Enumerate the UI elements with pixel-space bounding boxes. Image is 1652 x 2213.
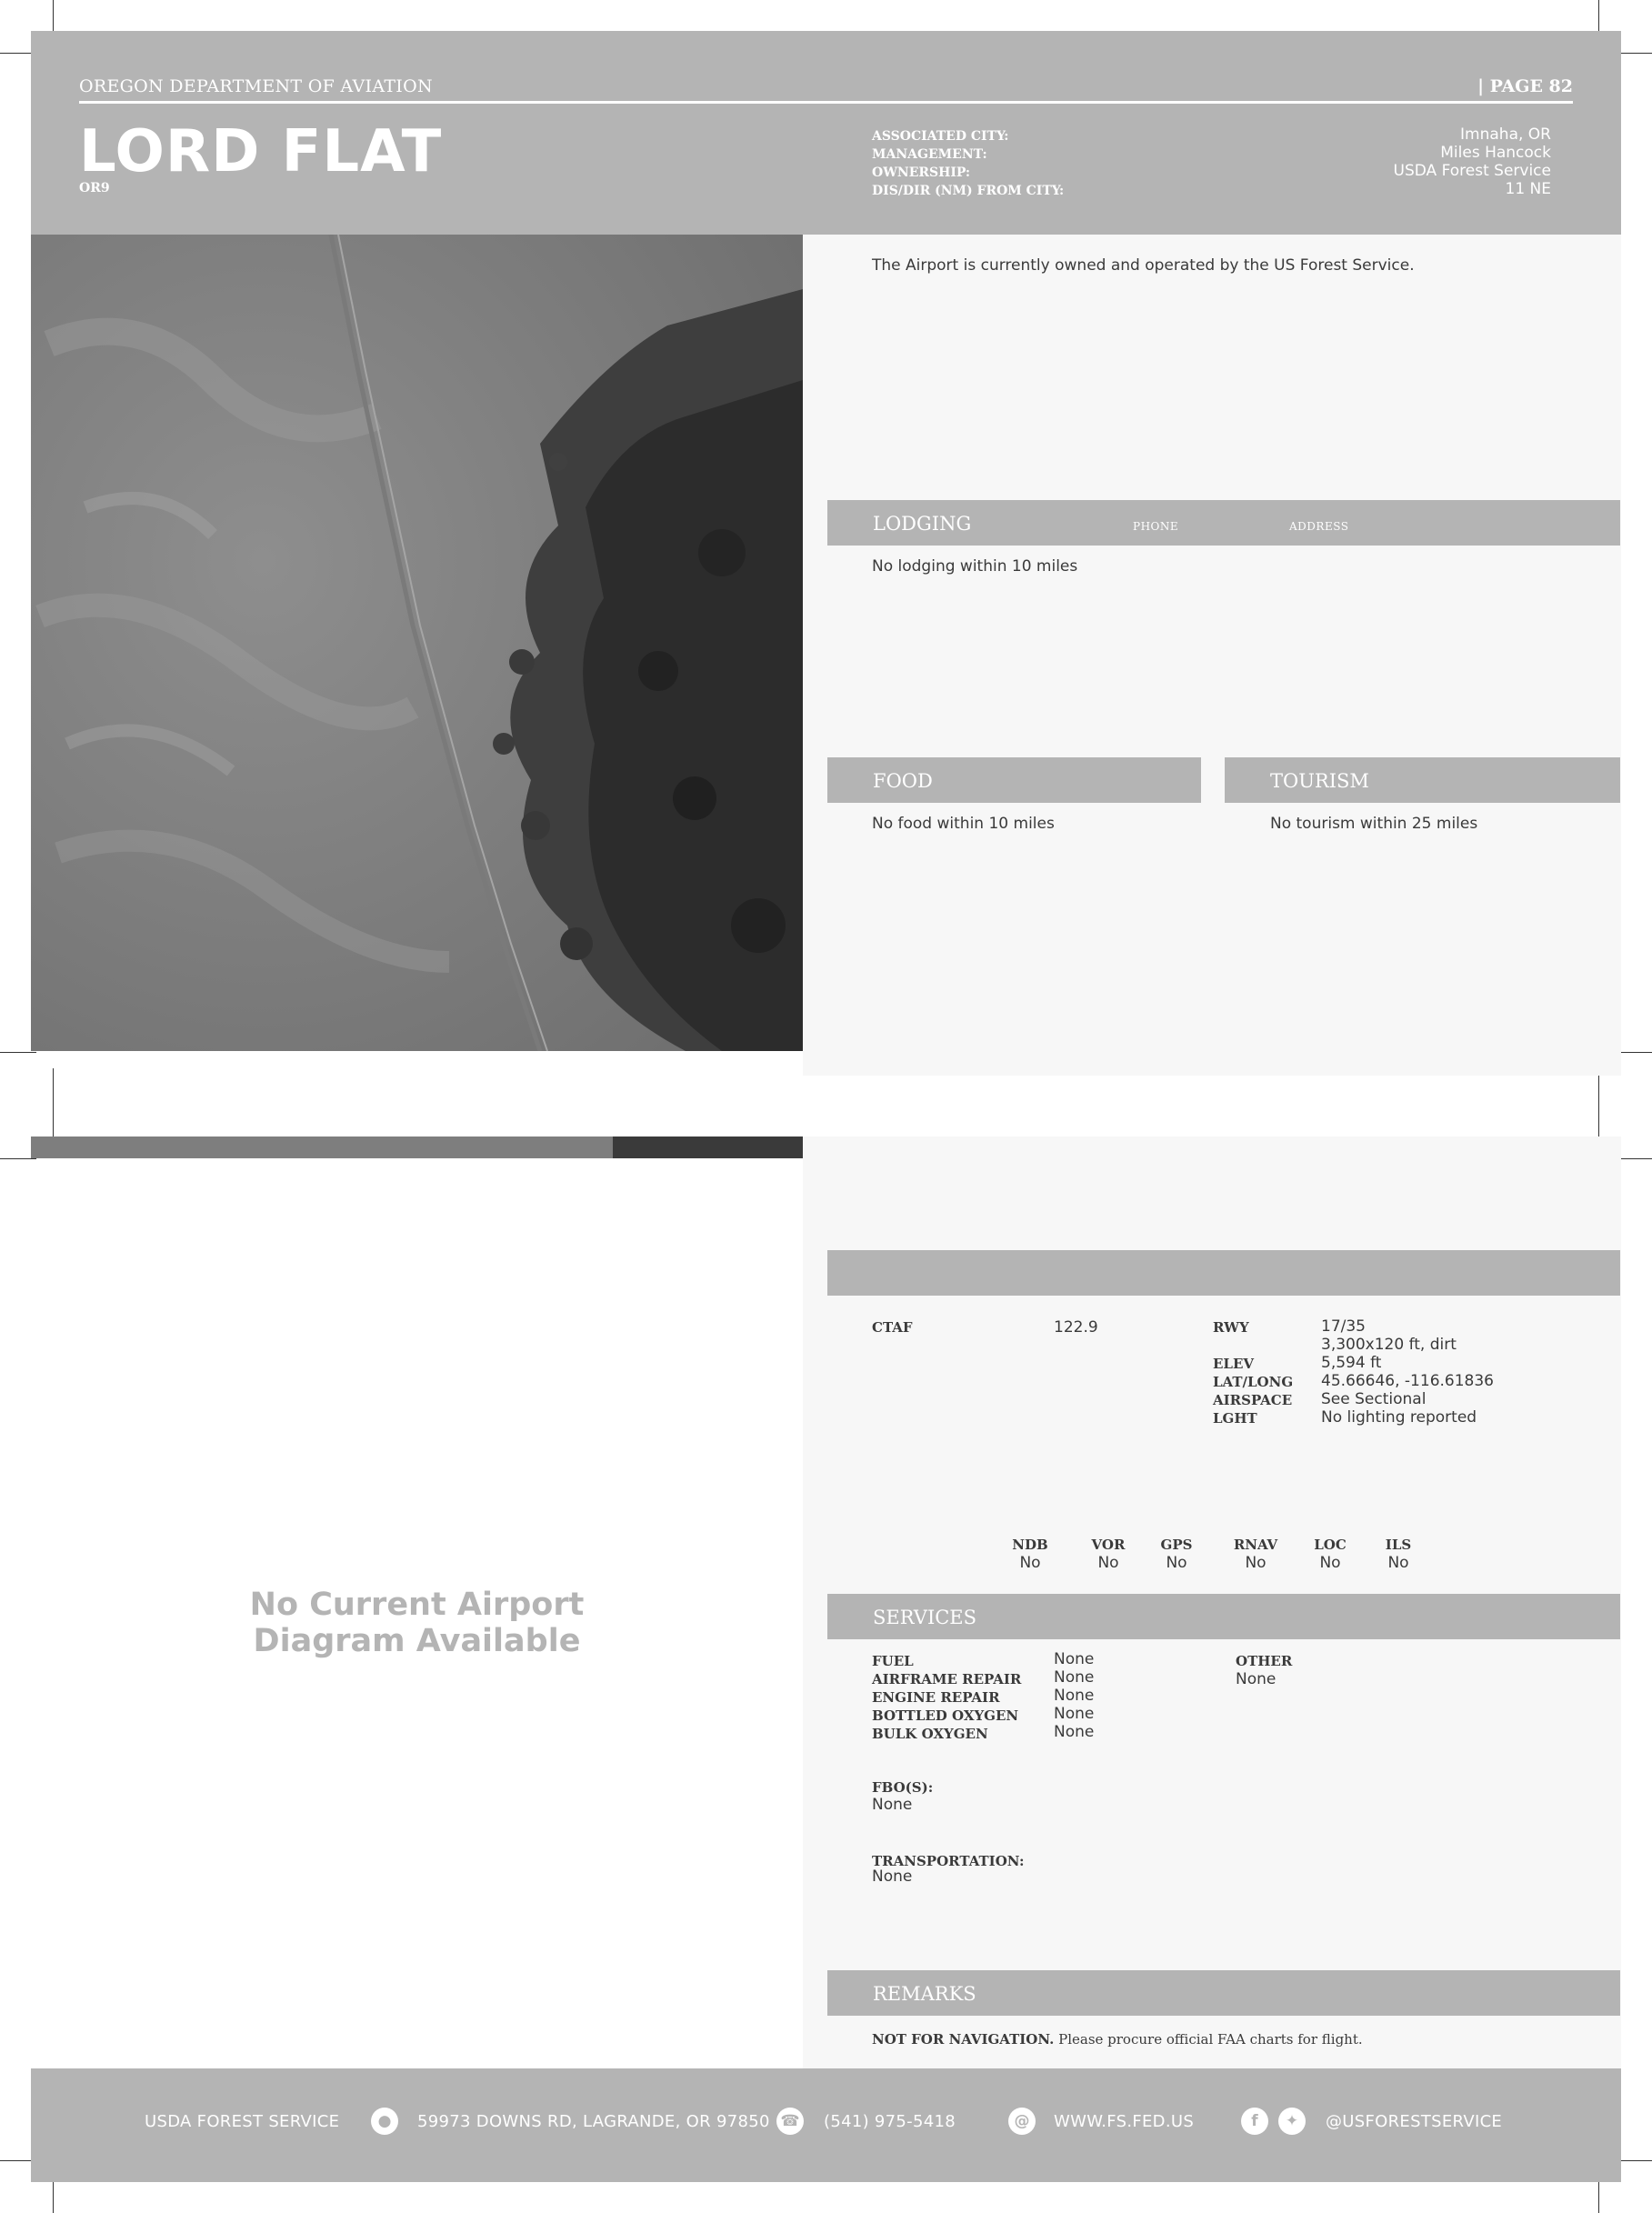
services-title: SERVICES [873, 1607, 977, 1628]
remarks-body: Please procure official FAA charts for f… [1058, 2031, 1363, 2048]
lodging-address-label: ADDRESS [1289, 520, 1349, 533]
runway-labels: RWY ELEV LAT/LONG AIRSPACE LGHT [1213, 1319, 1294, 1427]
footer-address: 59973 DOWNS RD, LAGRANDE, OR 97850 [417, 2112, 770, 2131]
tourism-header: TOURISM [1225, 757, 1620, 803]
lodging-phone-label: PHONE [1133, 520, 1179, 533]
aerial-photo-strip [31, 1137, 803, 1158]
info-panel-top [803, 235, 1621, 1076]
airport-title: LORD FLAT [79, 118, 443, 185]
associated-city-label: ASSOCIATED CITY: [872, 129, 1009, 144]
crop-mark [1598, 1068, 1599, 1141]
fbo-label: FBO(S): [872, 1779, 934, 1796]
navaid-vor: VOR No [1091, 1537, 1126, 1572]
remarks-text: NOT FOR NAVIGATION. Please procure offic… [872, 2031, 1363, 2048]
crop-mark [1616, 53, 1652, 54]
ctaf-value: 122.9 [1054, 1318, 1098, 1337]
navaid-gps: GPS No [1160, 1537, 1193, 1572]
crop-mark [0, 1052, 36, 1053]
tourism-title: TOURISM [1270, 770, 1369, 792]
crop-mark [1598, 2177, 1599, 2213]
department-name: OREGON DEPARTMENT OF AVIATION [79, 76, 433, 96]
aerial-photo [31, 235, 803, 1051]
lodging-text: No lodging within 10 miles [872, 557, 1078, 576]
crop-mark [1616, 1052, 1652, 1053]
crop-mark [53, 2177, 54, 2213]
crop-mark [1616, 1158, 1652, 1159]
other-label: OTHER [1236, 1653, 1293, 1669]
location-pin-icon: ● [371, 2108, 398, 2135]
footer-band: USDA FOREST SERVICE ● 59973 DOWNS RD, LA… [31, 2068, 1621, 2182]
airport-description: The Airport is currently owned and opera… [872, 256, 1415, 275]
header-band: OREGON DEPARTMENT OF AVIATION | PAGE 82 … [31, 31, 1621, 235]
twitter-icon[interactable]: ✦ [1278, 2108, 1306, 2135]
food-title: FOOD [873, 770, 933, 792]
remarks-title: REMARKS [873, 1983, 976, 2005]
header-labels: ASSOCIATED CITY: MANAGEMENT: OWNERSHIP: … [872, 127, 1064, 200]
phone-icon: ☎ [776, 2108, 804, 2135]
management-value: Miles Hancock [1440, 144, 1551, 162]
footer-phone: (541) 975-5418 [824, 2112, 956, 2131]
remarks-header: REMARKS [827, 1970, 1620, 2016]
page-number: | PAGE 82 [1477, 76, 1573, 96]
food-text: No food within 10 miles [872, 815, 1055, 833]
remarks-bold: NOT FOR NAVIGATION. [872, 2031, 1055, 2048]
management-label: MANAGEMENT: [872, 147, 987, 162]
lodging-title: LODGING [873, 513, 972, 535]
crop-mark [0, 1158, 36, 1159]
services-header: SERVICES [827, 1594, 1620, 1639]
ctaf-label: CTAF [872, 1319, 913, 1336]
other-value: None [1236, 1670, 1277, 1688]
associated-city-value: Imnaha, OR [1460, 125, 1551, 144]
food-header: FOOD [827, 757, 1201, 803]
runway-values: 17/35 3,300x120 ft, dirt 5,594 ft 45.666… [1321, 1317, 1494, 1427]
navaid-ndb: NDB No [1012, 1537, 1048, 1572]
navaid-ils: ILS No [1385, 1537, 1412, 1572]
header-rule [79, 101, 1573, 104]
transportation-value: None [872, 1868, 913, 1886]
header-values: Imnaha, OR Miles Hancock USDA Forest Ser… [1394, 125, 1551, 198]
footer-website[interactable]: WWW.FS.FED.US [1054, 2112, 1194, 2131]
airport-code: OR9 [79, 181, 110, 195]
crop-mark [1616, 2160, 1652, 2161]
globe-icon[interactable]: @ [1008, 2108, 1036, 2135]
fbo-value: None [872, 1796, 913, 1814]
footer-social[interactable]: @USFORESTSERVICE [1326, 2112, 1502, 2131]
navaid-loc: LOC No [1314, 1537, 1347, 1572]
crop-mark [53, 1068, 54, 1141]
footer-org: USDA FOREST SERVICE [145, 2112, 340, 2131]
lodging-header: LODGING PHONE ADDRESS [827, 500, 1620, 546]
service-labels: FUEL AIRFRAME REPAIR ENGINE REPAIR BOTTL… [872, 1653, 1022, 1742]
facebook-icon[interactable]: f [1241, 2108, 1268, 2135]
navaid-rnav: RNAV No [1233, 1537, 1278, 1572]
service-values: None None None None None [1054, 1650, 1095, 1741]
ownership-label: OWNERSHIP: [872, 165, 971, 180]
ownership-value: USDA Forest Service [1393, 162, 1551, 180]
airport-info-header [827, 1250, 1620, 1296]
no-diagram-message: No Current Airport Diagram Available [249, 1587, 585, 1659]
distance-label: DIS/DIR (NM) FROM CITY: [872, 184, 1065, 198]
distance-value: 11 NE [1505, 180, 1552, 198]
tourism-text: No tourism within 25 miles [1270, 815, 1478, 833]
